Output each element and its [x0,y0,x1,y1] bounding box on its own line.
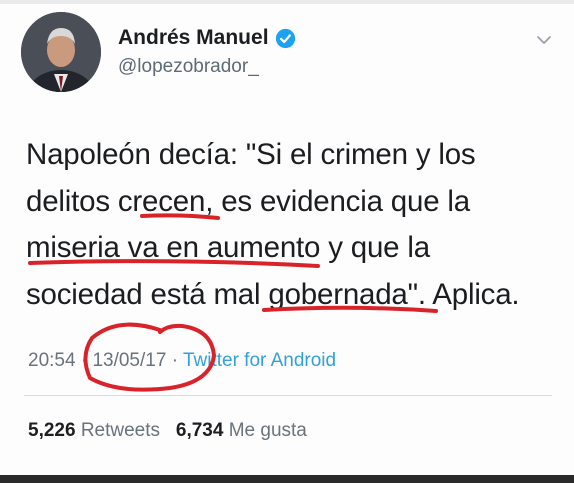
tweet-line: delitos crecen, es evidencia que la [26,184,470,218]
user-handle[interactable]: @lopezobrador_ [118,56,259,78]
retweets-count[interactable]: 5,226 [28,420,76,441]
chevron-down-icon[interactable] [536,34,552,46]
tweet-line: Napoleón decía: "Si el crimen y los [26,138,476,171]
tweet-source-link[interactable]: Twitter for Android [183,350,336,371]
display-name-row[interactable]: Andrés Manuel [118,26,296,50]
top-border [0,0,574,4]
display-name[interactable]: Andrés Manuel [118,26,269,50]
meta-separator: · [80,350,88,371]
bottom-border [0,475,574,483]
tweet-line: sociedad está mal gobernada". Aplica. [26,277,520,311]
tweet-time[interactable]: 20:54 [28,350,76,371]
tweet-card: Andrés Manuel @lopezobrador_ Napoleón de… [0,0,574,483]
divider [24,395,552,396]
tweet-meta: 20:54 · 13/05/17 · Twitter for Android [28,350,336,372]
meta-separator: · [171,350,179,371]
retweets-label[interactable]: Retweets [81,420,160,441]
tweet-line: miseria va en aumento y que la [26,231,430,264]
verified-badge-icon [275,28,295,48]
likes-label[interactable]: Me gusta [229,420,307,441]
tweet-text: Napoleón decía: "Si el crimen y los deli… [26,132,556,318]
avatar-photo [21,12,101,92]
likes-count[interactable]: 6,734 [176,420,224,441]
tweet-date[interactable]: 13/05/17 [92,350,166,371]
tweet-stats: 5,226 Retweets 6,734 Me gusta [28,420,307,442]
avatar[interactable] [21,12,101,92]
